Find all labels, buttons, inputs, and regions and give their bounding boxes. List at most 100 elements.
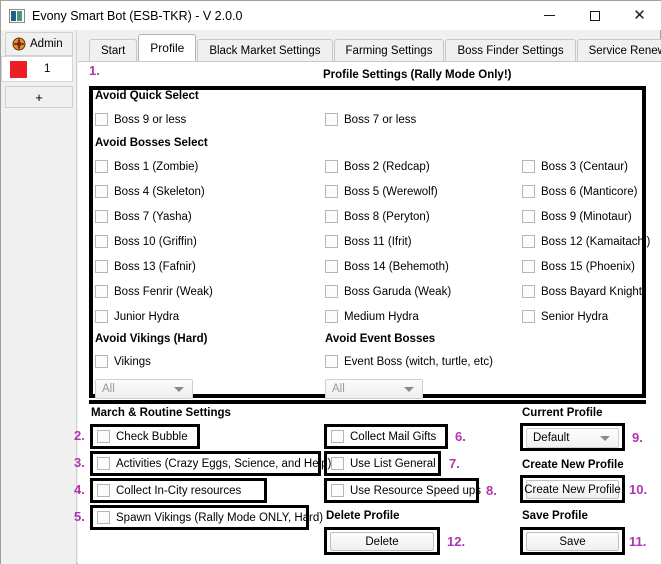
checkbox-boss-1-zombie[interactable]: Boss 1 (Zombie)	[95, 160, 198, 173]
delete-button-label: Delete	[365, 536, 398, 548]
checkbox-box	[522, 260, 535, 273]
checkbox-boss-10-griffin[interactable]: Boss 10 (Griffin)	[95, 235, 197, 248]
callout-3: 3.	[74, 455, 85, 470]
checkbox-box	[331, 430, 344, 443]
checkbox-label: Boss 14 (Behemoth)	[344, 261, 449, 273]
callout-1: 1.	[89, 63, 100, 78]
checkbox-boss-fenrir-weak[interactable]: Boss Fenrir (Weak)	[95, 285, 213, 298]
sidebar-tab-admin[interactable]: Admin	[5, 32, 73, 56]
checkbox-boss-4-skeleton[interactable]: Boss 4 (Skeleton)	[95, 185, 205, 198]
checkbox-label: Boss 1 (Zombie)	[114, 161, 198, 173]
checkbox-boss-11-ifrit[interactable]: Boss 11 (Ifrit)	[325, 235, 412, 248]
checkbox-boss-garuda-weak[interactable]: Boss Garuda (Weak)	[325, 285, 451, 298]
tab-profile-label: Profile	[150, 41, 184, 55]
tab-strip: Start Profile Black Market Settings Farm…	[89, 36, 661, 61]
checkbox-boss-15-phoenix[interactable]: Boss 15 (Phoenix)	[522, 260, 635, 273]
checkbox-box	[522, 235, 535, 248]
callout-4: 4.	[74, 482, 85, 497]
checkbox-label: Boss 7 or less	[344, 114, 416, 126]
checkbox-boss-8-peryton[interactable]: Boss 8 (Peryton)	[325, 210, 430, 223]
callout-8: 8.	[486, 483, 497, 498]
checkbox-label: Boss 2 (Redcap)	[344, 161, 430, 173]
minimize-button[interactable]	[527, 1, 572, 30]
checkbox-collect-mail-gifts[interactable]: Collect Mail Gifts	[331, 430, 436, 443]
checkbox-label: Boss 8 (Peryton)	[344, 211, 430, 223]
checkbox-label: Boss 15 (Phoenix)	[541, 261, 635, 273]
checkbox-box	[95, 160, 108, 173]
checkbox-vikings[interactable]: Vikings	[95, 355, 151, 368]
checkbox-box	[325, 355, 338, 368]
checkbox-label: Senior Hydra	[541, 311, 608, 323]
create-new-profile-button[interactable]: Create New Profile	[526, 480, 619, 499]
checkbox-boss-6-manticore[interactable]: Boss 6 (Manticore)	[522, 185, 638, 198]
checkbox-box	[325, 160, 338, 173]
checkbox-box	[325, 260, 338, 273]
checkbox-box	[522, 285, 535, 298]
checkbox-boss-7-or-less[interactable]: Boss 7 or less	[325, 113, 416, 126]
checkbox-boss-bayard-knight[interactable]: Boss Bayard Knight	[522, 285, 642, 298]
tab-service-renewal[interactable]: Service Renewal	[577, 39, 661, 61]
checkbox-boss-3-centaur[interactable]: Boss 3 (Centaur)	[522, 160, 628, 173]
checkbox-check-bubble[interactable]: Check Bubble	[97, 430, 188, 443]
checkbox-medium-hydra[interactable]: Medium Hydra	[325, 310, 419, 323]
label-save-profile: Save Profile	[522, 510, 588, 522]
tab-boss-finder-settings[interactable]: Boss Finder Settings	[445, 39, 575, 61]
checkbox-label: Boss 11 (Ifrit)	[344, 236, 412, 248]
checkbox-label: Boss Bayard Knight	[541, 286, 642, 298]
checkbox-box	[522, 310, 535, 323]
current-profile-dropdown[interactable]: Default	[526, 428, 619, 448]
checkbox-label: Boss 5 (Werewolf)	[344, 186, 438, 198]
callout-6: 6.	[455, 429, 466, 444]
maximize-icon	[590, 11, 600, 21]
tab-black-market-label: Black Market Settings	[209, 45, 320, 57]
checkbox-spawn-vikings[interactable]: Spawn Vikings (Rally Mode ONLY, Hard)	[97, 511, 323, 524]
checkbox-boss-14-behemoth[interactable]: Boss 14 (Behemoth)	[325, 260, 449, 273]
profile-settings-title: Profile Settings (Rally Mode Only!)	[323, 69, 512, 81]
create-new-profile-button-label: Create New Profile	[524, 484, 621, 496]
add-account-button[interactable]: +	[5, 86, 73, 108]
checkbox-use-resource-speed-ups[interactable]: Use Resource Speed ups	[331, 484, 481, 497]
checkbox-use-list-general[interactable]: Use List General	[331, 457, 436, 470]
vikings-dropdown[interactable]: All	[95, 379, 193, 399]
vikings-dropdown-value: All	[102, 383, 115, 395]
close-button[interactable]: ✕	[617, 1, 661, 30]
maximize-button[interactable]	[572, 1, 617, 30]
tab-black-market-settings[interactable]: Black Market Settings	[197, 39, 332, 61]
checkbox-label: Boss Fenrir (Weak)	[114, 286, 213, 298]
checkbox-label: Boss 13 (Fafnir)	[114, 261, 196, 273]
delete-profile-button[interactable]: Delete	[330, 532, 434, 551]
checkbox-label: Use Resource Speed ups	[350, 485, 481, 497]
tab-farming-settings[interactable]: Farming Settings	[334, 39, 445, 61]
checkbox-boss-9-minotaur[interactable]: Boss 9 (Minotaur)	[522, 210, 632, 223]
checkbox-senior-hydra[interactable]: Senior Hydra	[522, 310, 608, 323]
checkbox-boss-5-werewolf[interactable]: Boss 5 (Werewolf)	[325, 185, 438, 198]
tab-profile[interactable]: Profile	[138, 34, 196, 61]
checkbox-boss-2-redcap[interactable]: Boss 2 (Redcap)	[325, 160, 430, 173]
tab-boss-finder-label: Boss Finder Settings	[457, 45, 563, 57]
checkbox-label: Event Boss (witch, turtle, etc)	[344, 356, 493, 368]
callout-2: 2.	[74, 428, 85, 443]
tab-start[interactable]: Start	[89, 39, 137, 61]
checkbox-activities[interactable]: Activities (Crazy Eggs, Science, and Hel…	[97, 457, 331, 470]
checkbox-box	[95, 285, 108, 298]
crest-icon	[12, 37, 26, 51]
save-profile-button[interactable]: Save	[526, 532, 619, 551]
callout-5: 5.	[74, 509, 85, 524]
checkbox-junior-hydra[interactable]: Junior Hydra	[95, 310, 179, 323]
checkbox-event-boss[interactable]: Event Boss (witch, turtle, etc)	[325, 355, 493, 368]
checkbox-box	[522, 210, 535, 223]
checkbox-label: Boss 10 (Griffin)	[114, 236, 197, 248]
section-avoid-quick-select: Avoid Quick Select	[95, 90, 199, 102]
checkbox-collect-in-city-resources[interactable]: Collect In-City resources	[97, 484, 241, 497]
checkbox-box	[97, 430, 110, 443]
checkbox-boss-7-yasha[interactable]: Boss 7 (Yasha)	[95, 210, 192, 223]
checkbox-label: Boss 9 (Minotaur)	[541, 211, 632, 223]
tab-start-label: Start	[101, 45, 125, 57]
checkbox-boss-13-fafnir[interactable]: Boss 13 (Fafnir)	[95, 260, 196, 273]
event-dropdown[interactable]: All	[325, 379, 423, 399]
checkbox-box	[325, 210, 338, 223]
checkbox-label: Activities (Crazy Eggs, Science, and Hel…	[116, 458, 331, 470]
sidebar-account-row[interactable]: 1	[1, 56, 73, 82]
checkbox-boss-12-kamaitachi[interactable]: Boss 12 (Kamaitachi)	[522, 235, 650, 248]
checkbox-boss-9-or-less[interactable]: Boss 9 or less	[95, 113, 186, 126]
